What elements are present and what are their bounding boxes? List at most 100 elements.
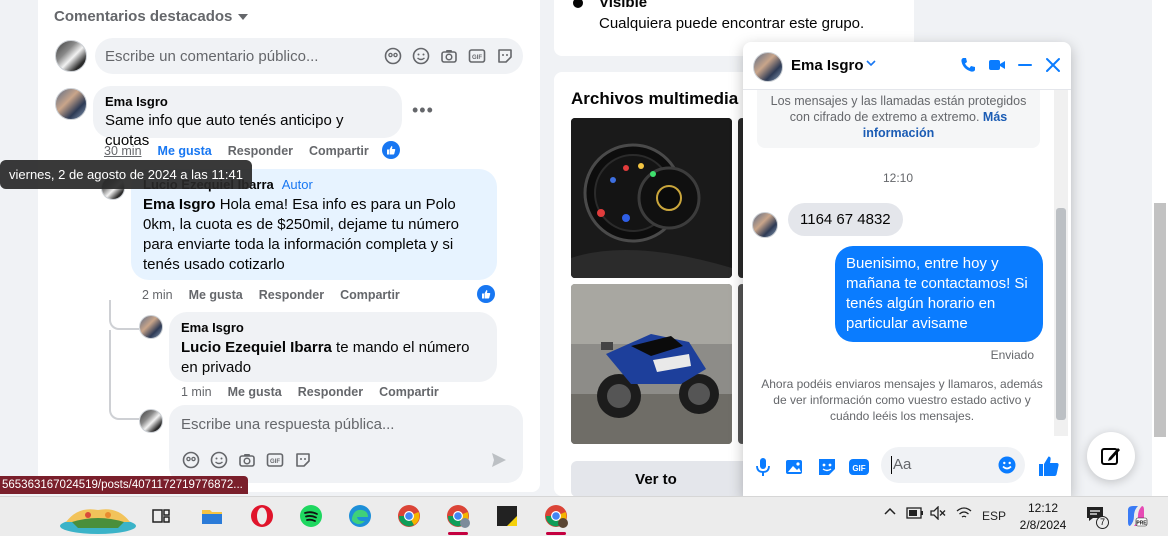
taskbar-clock[interactable]: 12:12 2/8/2024 (1010, 500, 1076, 534)
media-photo-motorcycle[interactable] (571, 284, 732, 444)
chrome-icon[interactable] (391, 500, 427, 532)
chat-contact-name[interactable]: Ema Isgro (791, 57, 864, 74)
chat-info-notice: Ahora podéis enviaros mensajes y llamaro… (761, 377, 1043, 423)
camera-icon[interactable] (440, 47, 458, 65)
message-input[interactable]: Aa (881, 447, 1025, 483)
clock-date: 2/8/2024 (1019, 518, 1067, 532)
reply-link[interactable]: Responder (298, 385, 363, 399)
reply-link[interactable]: Responder (259, 288, 324, 302)
sticker-icon[interactable] (496, 47, 514, 65)
page-scrollbar-thumb[interactable] (1154, 203, 1166, 437)
avatar-sticker-icon[interactable] (182, 451, 200, 469)
message-sender-avatar (752, 212, 778, 238)
gif-icon[interactable]: GIF (266, 451, 284, 469)
comment-input[interactable]: Escribe un comentario público... (105, 48, 318, 65)
camera-icon[interactable] (238, 451, 256, 469)
avatar-sticker-icon[interactable] (384, 47, 402, 65)
comment-avatar-ema[interactable] (139, 315, 163, 339)
current-user-avatar[interactable] (139, 409, 163, 433)
message-input-placeholder: Aa (890, 456, 912, 474)
more-options-icon[interactable]: ••• (412, 100, 434, 121)
copilot-icon[interactable]: PRE (1124, 504, 1148, 533)
file-explorer-icon[interactable] (194, 500, 230, 532)
sticker-icon[interactable] (294, 451, 312, 469)
share-link[interactable]: Compartir (309, 144, 369, 158)
spotify-icon[interactable] (293, 500, 329, 532)
comment-bubble: Ema Isgro Lucio Ezequiel Ibarra te mando… (169, 312, 497, 382)
messenger-chat-window: Ema Isgro Los mensajes y las llamadas es… (743, 42, 1071, 496)
visibility-description: Cualquiera puede encontrar este grupo. (599, 15, 865, 32)
clock-time: 12:12 (1027, 501, 1059, 515)
reply-input[interactable]: Escribe una respuesta pública... (181, 416, 394, 433)
edge-icon[interactable] (342, 500, 378, 532)
share-link[interactable]: Compartir (340, 288, 400, 302)
sort-label: Comentarios destacados (54, 8, 233, 25)
incoming-message[interactable]: 1164 67 4832 (788, 203, 903, 236)
sticky-notes-icon[interactable] (489, 500, 525, 532)
compose-icon (1101, 448, 1120, 465)
notification-count: 7 (1096, 516, 1109, 529)
emoji-icon[interactable] (998, 456, 1016, 479)
emoji-icon[interactable] (412, 47, 430, 65)
battery-icon[interactable] (906, 507, 924, 522)
emoji-icon[interactable] (210, 451, 228, 469)
notification-icon[interactable]: 7 (1086, 506, 1112, 530)
see-all-media-button[interactable]: Ver to (571, 461, 771, 496)
photo-icon[interactable] (784, 456, 806, 478)
tray-chevron-up-icon[interactable] (884, 505, 896, 519)
share-link[interactable]: Compartir (379, 385, 439, 399)
input-language[interactable]: ESP (982, 509, 1006, 523)
minimize-icon[interactable] (1014, 54, 1036, 76)
gif-icon[interactable]: GIF (468, 47, 486, 65)
comment-text: Lucio Ezequiel Ibarra te mando el número… (181, 338, 485, 378)
reply-link[interactable]: Responder (228, 144, 293, 158)
thread-connector (109, 330, 139, 420)
comment-avatar-ema[interactable] (55, 88, 87, 120)
chat-timestamp: 12:10 (882, 171, 914, 185)
like-link[interactable]: Me gusta (158, 144, 212, 158)
sticker-icon[interactable] (816, 456, 838, 478)
current-user-avatar[interactable] (55, 40, 87, 72)
outgoing-message[interactable]: Buenisimo, entre hoy y mañana te contact… (835, 246, 1043, 342)
comment-actions: 1 min Me gusta Responder Compartir (181, 385, 439, 399)
like-reaction-icon[interactable] (382, 141, 400, 159)
phone-call-icon[interactable] (957, 54, 979, 76)
opera-icon[interactable] (244, 500, 280, 532)
svg-text:GIF: GIF (852, 464, 865, 473)
task-view-icon[interactable] (143, 500, 179, 532)
send-icon[interactable] (491, 452, 507, 473)
video-call-icon[interactable] (986, 54, 1008, 76)
media-photo-dashboard[interactable] (571, 118, 732, 278)
thumbs-up-icon[interactable] (1037, 454, 1061, 478)
svg-text:GIF: GIF (270, 459, 280, 465)
caret-down-icon (238, 13, 249, 20)
gif-icon[interactable]: GIF (848, 456, 870, 478)
comment-time[interactable]: 30 min (104, 144, 142, 158)
timestamp-tooltip: viernes, 2 de agosto de 2024 a las 11:41 (0, 160, 252, 189)
chrome-profile-icon-2[interactable] (538, 500, 574, 535)
comment-time[interactable]: 2 min (142, 288, 173, 302)
comment-time[interactable]: 1 min (181, 385, 212, 399)
mention-link[interactable]: Lucio Ezequiel Ibarra (181, 339, 332, 356)
speaker-muted-icon[interactable] (930, 505, 946, 523)
microphone-icon[interactable] (752, 456, 774, 478)
close-icon[interactable] (1042, 54, 1064, 76)
comment-author[interactable]: Ema Isgro (181, 320, 485, 336)
weather-widget-icon[interactable] (58, 500, 138, 534)
chat-contact-avatar[interactable] (753, 52, 783, 82)
comment-sort-dropdown[interactable]: Comentarios destacados (54, 8, 249, 25)
wifi-icon[interactable] (956, 506, 972, 523)
new-message-button[interactable] (1087, 432, 1135, 480)
like-reaction-icon[interactable] (477, 285, 495, 303)
comment-bubble: Ema Isgro Same info que auto tenés antic… (93, 86, 402, 149)
encryption-notice: Los mensajes y las llamadas están proteg… (757, 90, 1040, 148)
sent-status: Enviado (990, 348, 1034, 362)
chat-scrollbar-thumb[interactable] (1056, 208, 1066, 420)
chevron-down-icon[interactable] (866, 56, 876, 70)
like-link[interactable]: Me gusta (189, 288, 243, 302)
svg-text:PRE: PRE (1136, 521, 1147, 527)
like-link[interactable]: Me gusta (228, 385, 282, 399)
comment-author[interactable]: Ema Isgro (105, 94, 390, 110)
mention-link[interactable]: Ema Isgro (143, 196, 216, 213)
chrome-profile-icon[interactable] (440, 500, 476, 535)
